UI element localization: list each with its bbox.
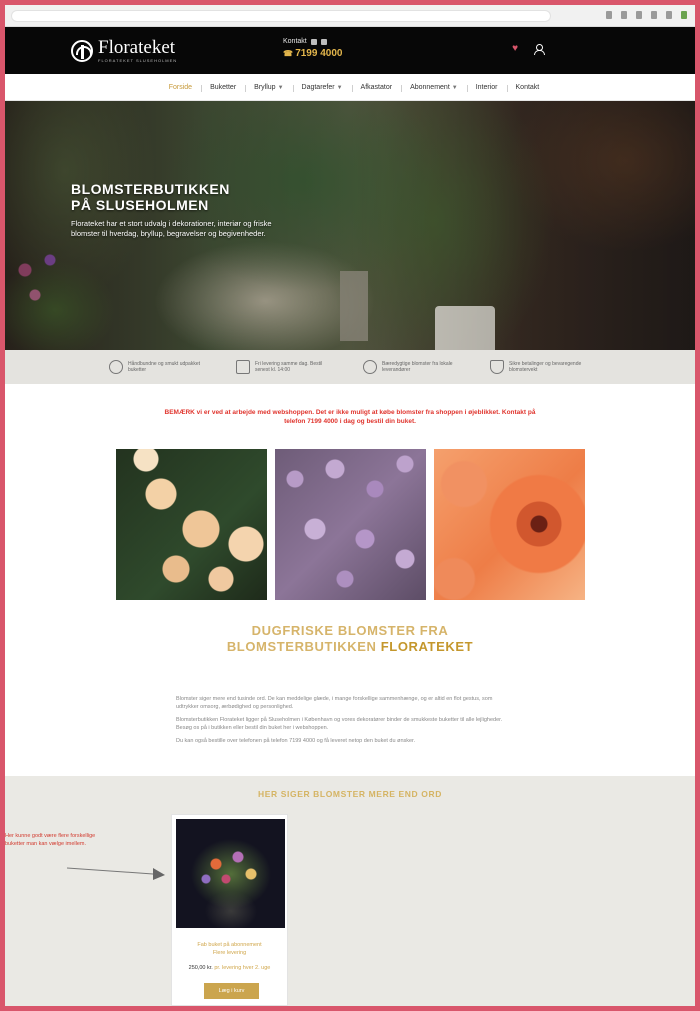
nav-item-bryllup[interactable]: Bryllup ▼ [245,84,292,92]
hero-pot-image [340,271,368,341]
hero-body: Florateket har et stort udvalg i dekorat… [71,219,272,238]
intro-text: Blomster siger mere end tusinde ord. De … [176,695,510,745]
zoom-icon[interactable] [621,11,627,19]
gerbera-image[interactable] [433,449,585,600]
shield-icon [490,360,504,374]
tree-logo-icon [71,39,93,62]
intro-paragraph: Du kan også bestille over telefonen på t… [176,738,416,744]
hero-pot-image [435,306,495,350]
feature-item: Fri levering samme dag. Bestil senest kl… [236,360,337,374]
address-bar[interactable] [11,10,551,22]
leaf-icon [363,360,377,374]
product-price: 250,00 kr. pr. levering hver 2. uge [188,965,271,971]
chevron-down-icon: ▼ [336,84,343,91]
feature-text: Håndbundne og smukt udpakket buketter [128,361,200,373]
hero-banner: BLOMSTERBUTIKKEN PÅ SLUSEHOLMEN Floratek… [5,101,695,350]
nav-item-dagtarefer[interactable]: Dagtarefer ▼ [292,84,352,92]
review-annotation: Her kunne godt være flere forskellige bu… [5,833,96,847]
page-frame: Florateket FLORATEKET SLUSEHOLMEN Kontak… [5,5,695,1006]
nav-item-abonnement[interactable]: Abonnement ▼ [401,84,467,92]
product-title[interactable]: Fab buket på abonnement Flere levering [172,941,287,957]
header-contact: Kontakt 7199 4000 [283,38,342,59]
webshop-notice: BEMÆRK vi er ved at arbejde med webshopp… [164,409,536,425]
section-heading: DUGFRISKE BLOMSTER FRA BLOMSTERBUTIKKEN … [226,623,474,654]
roses-image[interactable] [115,449,267,600]
feature-item: Håndbundne og smukt udpakket buketter [109,360,210,374]
feature-text: Sikre betalinger og bevaregende blomster… [509,361,582,373]
puzzle-icon[interactable] [666,11,672,19]
flower-tiles [5,449,695,600]
contact-label: Kontakt [283,38,307,45]
logo-tagline: FLORATEKET SLUSEHOLMEN [98,58,178,63]
hero-flowers-image [5,240,115,350]
browser-extension-icons [606,11,687,19]
products-section: HER SIGER BLOMSTER MERE END ORD Her kunn… [5,776,695,1006]
instagram-icon[interactable] [320,38,327,45]
feature-text: Bæredygtige blomster fra lokale leverand… [382,361,453,373]
delivery-icon [236,360,250,374]
intro-paragraph: Blomster siger mere end tusinde ord. De … [176,696,493,710]
hero-title: BLOMSTERBUTIKKEN PÅ SLUSEHOLMEN [71,181,230,213]
annotation-arrow-icon [67,867,165,880]
nav-item-afkastator[interactable]: Afkastator [351,84,402,92]
account-icon[interactable] [534,44,545,55]
wishlist-icon[interactable]: ♥ [512,44,518,54]
main-nav: Forside Buketter Bryllup ▼ Dagtarefer ▼ Af… [5,74,695,101]
logo[interactable]: Florateket FLORATEKET SLUSEHOLMEN [71,38,177,63]
chevron-down-icon: ▼ [451,84,458,91]
nav-item-forside[interactable]: Forside [160,84,201,91]
site-header: Florateket FLORATEKET SLUSEHOLMEN Kontak… [5,27,695,74]
feature-text: Fri levering samme dag. Bestil senest kl… [255,361,323,373]
star-icon[interactable] [651,11,657,19]
nav-item-buketter[interactable]: Buketter [201,84,245,92]
product-image[interactable] [176,819,285,928]
chevron-down-icon: ▼ [277,84,284,91]
product-card[interactable]: Fab buket på abonnement Flere levering 2… [171,814,288,1006]
translate-icon[interactable] [606,11,612,19]
nav-item-interior[interactable]: Interior [466,84,507,92]
feature-item: Sikre betalinger og bevaregende blomster… [490,360,591,374]
lilac-image[interactable] [274,449,426,600]
facebook-icon[interactable] [310,38,317,45]
feature-strip: Håndbundne og smukt udpakket buketter Fr… [5,350,695,384]
nav-item-kontakt[interactable]: Kontakt [506,84,549,92]
browser-toolbar [5,5,695,27]
feature-item: Bæredygtige blomster fra lokale leverand… [363,360,464,374]
intro-paragraph: Blomsterbutikken Florateket ligger på Sl… [176,717,503,731]
header-phone[interactable]: 7199 4000 [283,48,342,59]
logo-name: Florateket [98,37,176,58]
flower-icon [109,360,123,374]
products-heading: HER SIGER BLOMSTER MERE END ORD [258,789,442,799]
profile-icon[interactable] [681,11,687,19]
add-to-cart-button[interactable]: Læg i kurv [204,983,259,999]
share-icon[interactable] [636,11,642,19]
